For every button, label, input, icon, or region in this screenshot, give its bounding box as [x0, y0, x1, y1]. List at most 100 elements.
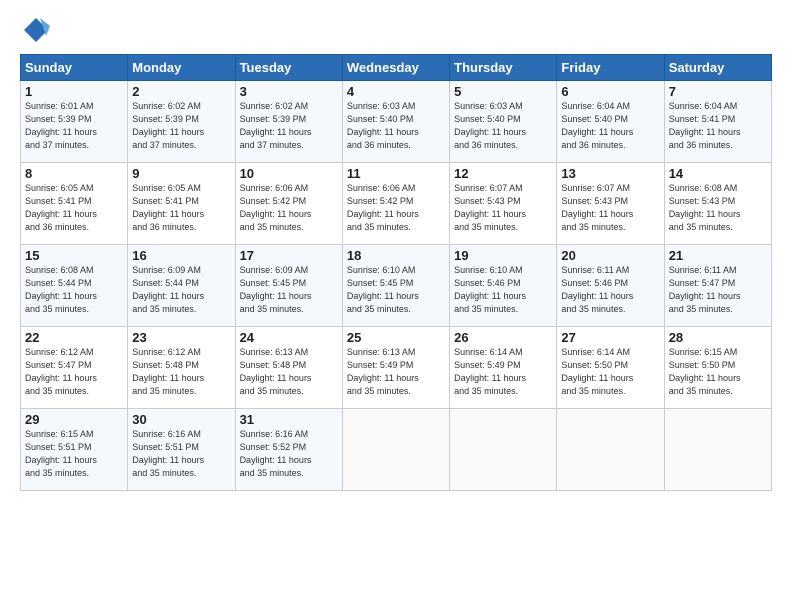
day-number: 24: [240, 330, 338, 345]
day-number: 6: [561, 84, 659, 99]
calendar-table: SundayMondayTuesdayWednesdayThursdayFrid…: [20, 54, 772, 491]
calendar-cell: 1Sunrise: 6:01 AM Sunset: 5:39 PM Daylig…: [21, 81, 128, 163]
calendar-cell: 17Sunrise: 6:09 AM Sunset: 5:45 PM Dayli…: [235, 245, 342, 327]
calendar-cell: 16Sunrise: 6:09 AM Sunset: 5:44 PM Dayli…: [128, 245, 235, 327]
calendar-cell: 14Sunrise: 6:08 AM Sunset: 5:43 PM Dayli…: [664, 163, 771, 245]
calendar-week-row: 22Sunrise: 6:12 AM Sunset: 5:47 PM Dayli…: [21, 327, 772, 409]
calendar-cell: 22Sunrise: 6:12 AM Sunset: 5:47 PM Dayli…: [21, 327, 128, 409]
day-number: 13: [561, 166, 659, 181]
calendar-cell: 28Sunrise: 6:15 AM Sunset: 5:50 PM Dayli…: [664, 327, 771, 409]
day-number: 9: [132, 166, 230, 181]
calendar-cell: 9Sunrise: 6:05 AM Sunset: 5:41 PM Daylig…: [128, 163, 235, 245]
day-number: 5: [454, 84, 552, 99]
calendar-header-row: SundayMondayTuesdayWednesdayThursdayFrid…: [21, 55, 772, 81]
calendar-header-wednesday: Wednesday: [342, 55, 449, 81]
day-info: Sunrise: 6:13 AM Sunset: 5:49 PM Dayligh…: [347, 346, 445, 398]
calendar-header-saturday: Saturday: [664, 55, 771, 81]
calendar-cell: [557, 409, 664, 491]
calendar-cell: 5Sunrise: 6:03 AM Sunset: 5:40 PM Daylig…: [450, 81, 557, 163]
header: [20, 16, 772, 44]
day-info: Sunrise: 6:07 AM Sunset: 5:43 PM Dayligh…: [561, 182, 659, 234]
day-number: 30: [132, 412, 230, 427]
day-number: 11: [347, 166, 445, 181]
day-number: 12: [454, 166, 552, 181]
day-info: Sunrise: 6:14 AM Sunset: 5:50 PM Dayligh…: [561, 346, 659, 398]
day-info: Sunrise: 6:05 AM Sunset: 5:41 PM Dayligh…: [25, 182, 123, 234]
day-number: 1: [25, 84, 123, 99]
day-number: 22: [25, 330, 123, 345]
day-number: 16: [132, 248, 230, 263]
day-info: Sunrise: 6:09 AM Sunset: 5:44 PM Dayligh…: [132, 264, 230, 316]
calendar-week-row: 15Sunrise: 6:08 AM Sunset: 5:44 PM Dayli…: [21, 245, 772, 327]
calendar-header-sunday: Sunday: [21, 55, 128, 81]
day-number: 25: [347, 330, 445, 345]
calendar-cell: 12Sunrise: 6:07 AM Sunset: 5:43 PM Dayli…: [450, 163, 557, 245]
calendar-cell: 19Sunrise: 6:10 AM Sunset: 5:46 PM Dayli…: [450, 245, 557, 327]
day-info: Sunrise: 6:04 AM Sunset: 5:41 PM Dayligh…: [669, 100, 767, 152]
calendar-cell: 30Sunrise: 6:16 AM Sunset: 5:51 PM Dayli…: [128, 409, 235, 491]
day-number: 29: [25, 412, 123, 427]
calendar-cell: 18Sunrise: 6:10 AM Sunset: 5:45 PM Dayli…: [342, 245, 449, 327]
day-info: Sunrise: 6:02 AM Sunset: 5:39 PM Dayligh…: [132, 100, 230, 152]
logo: [20, 16, 50, 44]
day-info: Sunrise: 6:02 AM Sunset: 5:39 PM Dayligh…: [240, 100, 338, 152]
day-info: Sunrise: 6:12 AM Sunset: 5:48 PM Dayligh…: [132, 346, 230, 398]
day-info: Sunrise: 6:14 AM Sunset: 5:49 PM Dayligh…: [454, 346, 552, 398]
calendar-cell: 29Sunrise: 6:15 AM Sunset: 5:51 PM Dayli…: [21, 409, 128, 491]
logo-icon: [22, 16, 50, 44]
calendar-cell: 6Sunrise: 6:04 AM Sunset: 5:40 PM Daylig…: [557, 81, 664, 163]
day-number: 19: [454, 248, 552, 263]
calendar-cell: 3Sunrise: 6:02 AM Sunset: 5:39 PM Daylig…: [235, 81, 342, 163]
calendar-cell: 15Sunrise: 6:08 AM Sunset: 5:44 PM Dayli…: [21, 245, 128, 327]
calendar-cell: 10Sunrise: 6:06 AM Sunset: 5:42 PM Dayli…: [235, 163, 342, 245]
day-number: 23: [132, 330, 230, 345]
calendar-header-thursday: Thursday: [450, 55, 557, 81]
day-info: Sunrise: 6:03 AM Sunset: 5:40 PM Dayligh…: [454, 100, 552, 152]
day-info: Sunrise: 6:10 AM Sunset: 5:45 PM Dayligh…: [347, 264, 445, 316]
calendar-week-row: 29Sunrise: 6:15 AM Sunset: 5:51 PM Dayli…: [21, 409, 772, 491]
day-number: 4: [347, 84, 445, 99]
day-number: 14: [669, 166, 767, 181]
day-number: 28: [669, 330, 767, 345]
day-info: Sunrise: 6:16 AM Sunset: 5:52 PM Dayligh…: [240, 428, 338, 480]
calendar-cell: [342, 409, 449, 491]
day-number: 2: [132, 84, 230, 99]
day-number: 20: [561, 248, 659, 263]
calendar-cell: [664, 409, 771, 491]
day-number: 21: [669, 248, 767, 263]
calendar-header-tuesday: Tuesday: [235, 55, 342, 81]
day-number: 8: [25, 166, 123, 181]
calendar-cell: 25Sunrise: 6:13 AM Sunset: 5:49 PM Dayli…: [342, 327, 449, 409]
calendar-cell: 20Sunrise: 6:11 AM Sunset: 5:46 PM Dayli…: [557, 245, 664, 327]
calendar-header-friday: Friday: [557, 55, 664, 81]
calendar-header-monday: Monday: [128, 55, 235, 81]
day-info: Sunrise: 6:07 AM Sunset: 5:43 PM Dayligh…: [454, 182, 552, 234]
day-info: Sunrise: 6:12 AM Sunset: 5:47 PM Dayligh…: [25, 346, 123, 398]
day-number: 27: [561, 330, 659, 345]
day-info: Sunrise: 6:11 AM Sunset: 5:46 PM Dayligh…: [561, 264, 659, 316]
calendar-cell: [450, 409, 557, 491]
day-info: Sunrise: 6:05 AM Sunset: 5:41 PM Dayligh…: [132, 182, 230, 234]
calendar-cell: 27Sunrise: 6:14 AM Sunset: 5:50 PM Dayli…: [557, 327, 664, 409]
day-info: Sunrise: 6:16 AM Sunset: 5:51 PM Dayligh…: [132, 428, 230, 480]
day-info: Sunrise: 6:01 AM Sunset: 5:39 PM Dayligh…: [25, 100, 123, 152]
day-info: Sunrise: 6:11 AM Sunset: 5:47 PM Dayligh…: [669, 264, 767, 316]
day-number: 18: [347, 248, 445, 263]
calendar-cell: 31Sunrise: 6:16 AM Sunset: 5:52 PM Dayli…: [235, 409, 342, 491]
day-info: Sunrise: 6:09 AM Sunset: 5:45 PM Dayligh…: [240, 264, 338, 316]
calendar-cell: 26Sunrise: 6:14 AM Sunset: 5:49 PM Dayli…: [450, 327, 557, 409]
calendar-week-row: 1Sunrise: 6:01 AM Sunset: 5:39 PM Daylig…: [21, 81, 772, 163]
calendar-cell: 11Sunrise: 6:06 AM Sunset: 5:42 PM Dayli…: [342, 163, 449, 245]
day-info: Sunrise: 6:06 AM Sunset: 5:42 PM Dayligh…: [347, 182, 445, 234]
day-number: 3: [240, 84, 338, 99]
day-info: Sunrise: 6:03 AM Sunset: 5:40 PM Dayligh…: [347, 100, 445, 152]
calendar-cell: 4Sunrise: 6:03 AM Sunset: 5:40 PM Daylig…: [342, 81, 449, 163]
day-info: Sunrise: 6:08 AM Sunset: 5:44 PM Dayligh…: [25, 264, 123, 316]
calendar-week-row: 8Sunrise: 6:05 AM Sunset: 5:41 PM Daylig…: [21, 163, 772, 245]
day-info: Sunrise: 6:13 AM Sunset: 5:48 PM Dayligh…: [240, 346, 338, 398]
day-number: 26: [454, 330, 552, 345]
calendar-cell: 24Sunrise: 6:13 AM Sunset: 5:48 PM Dayli…: [235, 327, 342, 409]
calendar-cell: 8Sunrise: 6:05 AM Sunset: 5:41 PM Daylig…: [21, 163, 128, 245]
day-info: Sunrise: 6:15 AM Sunset: 5:51 PM Dayligh…: [25, 428, 123, 480]
day-number: 17: [240, 248, 338, 263]
